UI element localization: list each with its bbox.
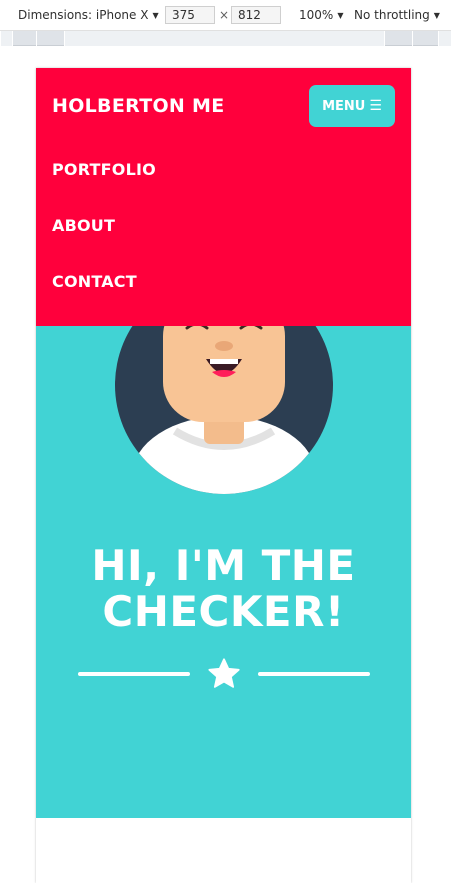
hamburger-icon: ☰ <box>369 98 382 114</box>
hero-title-line-2: CHECKER! <box>102 587 345 636</box>
chevron-down-icon: ▼ <box>433 11 440 20</box>
zoom-select-label: 100% <box>299 8 334 22</box>
divider-line-right <box>258 672 370 676</box>
hero-title: HI, I'M THE CHECKER! <box>36 543 411 635</box>
chevron-down-icon: ▼ <box>152 11 159 20</box>
nav-link-portfolio[interactable]: PORTFOLIO <box>52 160 156 179</box>
ruler-segment[interactable] <box>36 31 64 46</box>
throttle-select[interactable]: No throttling ▼ <box>354 8 440 22</box>
nav-link-about[interactable]: ABOUT <box>52 216 115 235</box>
menu-button-label: MENU <box>322 99 366 114</box>
device-select[interactable]: Dimensions: iPhone X ▼ <box>18 8 159 22</box>
hero-title-line-1: HI, I'M THE <box>91 541 356 590</box>
chevron-down-icon: ▼ <box>337 11 344 20</box>
divider-line-left <box>78 672 190 676</box>
ruler-segment[interactable] <box>12 31 36 46</box>
nav-link-contact[interactable]: CONTACT <box>52 272 137 291</box>
width-input[interactable]: 375 <box>165 6 215 24</box>
ruler-segment[interactable] <box>438 31 451 46</box>
devtools-device-toolbar: Dimensions: iPhone X ▼ 375 × 812 100% ▼ No… <box>0 0 451 31</box>
zoom-select[interactable]: 100% ▼ <box>299 8 343 22</box>
ruler-segment[interactable] <box>384 31 412 46</box>
media-query-ruler[interactable] <box>0 31 451 46</box>
height-input[interactable]: 812 <box>231 6 281 24</box>
device-viewport: HI, I'M THE CHECKER! HOLBERTON ME MENU ☰ … <box>36 68 411 883</box>
star-icon <box>208 658 240 688</box>
device-canvas: HI, I'M THE CHECKER! HOLBERTON ME MENU ☰ … <box>0 47 451 883</box>
device-select-label: Dimensions: iPhone X <box>18 8 149 22</box>
throttle-select-label: No throttling <box>354 8 430 22</box>
dimension-separator: × <box>219 8 230 22</box>
ruler-segment[interactable] <box>0 31 12 46</box>
navbar: HOLBERTON ME MENU ☰ PORTFOLIO ABOUT CONTA… <box>36 68 411 326</box>
brand-logo[interactable]: HOLBERTON ME <box>52 95 225 117</box>
ruler-segment[interactable] <box>64 31 384 46</box>
menu-button[interactable]: MENU ☰ <box>309 85 395 127</box>
ruler-segment[interactable] <box>412 31 438 46</box>
star-divider <box>78 654 370 694</box>
